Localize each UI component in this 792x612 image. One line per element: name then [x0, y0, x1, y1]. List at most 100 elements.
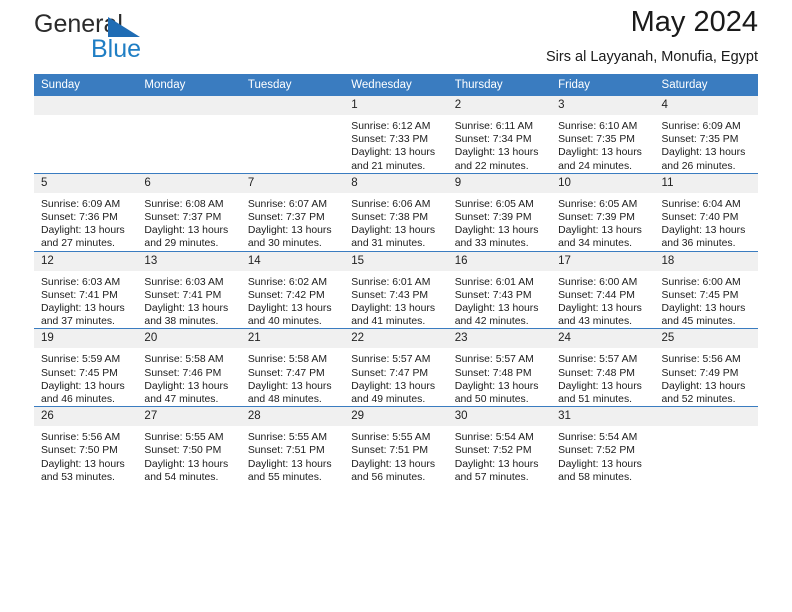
daylight-text-line2: and 24 minutes. — [558, 160, 633, 172]
calendar-day-cell[interactable]: 7 Sunrise: 6:07 AM Sunset: 7:37 PM Daylight… — [240, 172, 345, 252]
day-number: 29 — [344, 407, 448, 427]
calendar-day-cell[interactable]: 2 Sunrise: 6:11 AM Sunset: 7:34 PM Daylight… — [447, 96, 552, 174]
calendar-day-cell[interactable]: 1 Sunrise: 6:12 AM Sunset: 7:33 PM Daylight… — [344, 96, 448, 174]
sunrise-text: Sunrise: 5:58 AM — [144, 354, 224, 366]
calendar-day-cell[interactable]: 11 Sunrise: 6:04 AM Sunset: 7:40 PM Dayligh… — [654, 172, 758, 252]
day-sun-info: Sunrise: 6:05 AM Sunset: 7:39 PM Daylight:… — [448, 193, 551, 251]
calendar-day-cell[interactable]: 31 Sunrise: 5:54 AM Sunset: 7:52 PM Dayligh… — [551, 406, 655, 485]
day-number: 17 — [551, 251, 655, 271]
day-number: 13 — [137, 251, 241, 271]
calendar-week-row: 26 Sunrise: 5:56 AM Sunset: 7:50 PM Dayligh… — [34, 406, 758, 485]
calendar-week-row: 12 Sunrise: 6:03 AM Sunset: 7:41 PM Dayligh… — [34, 250, 758, 329]
sunset-text: Sunset: 7:43 PM — [454, 289, 532, 301]
calendar-day-cell[interactable]: 14 Sunrise: 6:02 AM Sunset: 7:42 PM Dayligh… — [240, 250, 345, 329]
daylight-text-line1: Daylight: 13 hours — [661, 147, 746, 159]
daylight-text-line1: Daylight: 13 hours — [661, 225, 746, 237]
day-sun-info: Sunrise: 6:01 AM Sunset: 7:43 PM Daylight:… — [448, 271, 551, 329]
calendar-day-cell[interactable]: 8 Sunrise: 6:06 AM Sunset: 7:38 PM Daylight… — [344, 172, 448, 252]
daylight-text-line2: and 54 minutes. — [144, 471, 219, 483]
day-sun-info: Sunrise: 6:03 AM Sunset: 7:41 PM Daylight:… — [137, 271, 240, 329]
sunset-text: Sunset: 7:50 PM — [144, 445, 222, 457]
sunrise-text: Sunrise: 6:07 AM — [247, 198, 327, 210]
day-sun-info: Sunrise: 6:09 AM Sunset: 7:35 PM Daylight:… — [655, 115, 758, 173]
day-number: 6 — [137, 173, 241, 193]
calendar-day-cell[interactable]: 13 Sunrise: 6:03 AM Sunset: 7:41 PM Dayligh… — [137, 250, 241, 329]
day-number: 10 — [551, 173, 655, 193]
calendar-day-cell[interactable]: 6 Sunrise: 6:08 AM Sunset: 7:37 PM Daylight… — [137, 172, 241, 252]
calendar-day-cell[interactable]: 27 Sunrise: 5:55 AM Sunset: 7:50 PM Dayligh… — [137, 406, 241, 485]
weekday-header-saturday: Saturday — [654, 74, 758, 96]
daylight-text-line1: Daylight: 13 hours — [454, 303, 539, 315]
weekday-header-friday: Friday — [551, 74, 655, 96]
day-sun-info: Sunrise: 6:09 AM Sunset: 7:36 PM Daylight:… — [34, 193, 137, 251]
day-number: 1 — [344, 96, 448, 115]
day-sun-info: Sunrise: 6:07 AM Sunset: 7:37 PM Daylight:… — [241, 193, 344, 251]
sunrise-text: Sunrise: 6:05 AM — [558, 198, 638, 210]
sunset-text: Sunset: 7:44 PM — [558, 289, 635, 301]
day-number: 30 — [447, 407, 552, 427]
calendar-day-cell[interactable]: 22 Sunrise: 5:57 AM Sunset: 7:47 PM Dayligh… — [344, 328, 448, 407]
calendar-day-cell[interactable]: 19 Sunrise: 5:59 AM Sunset: 7:45 PM Dayligh… — [34, 328, 138, 407]
calendar-day-cell[interactable]: 5 Sunrise: 6:09 AM Sunset: 7:36 PM Daylight… — [34, 172, 138, 252]
logo-triangle-icon — [108, 17, 140, 37]
day-sun-info: Sunrise: 5:55 AM Sunset: 7:50 PM Daylight:… — [137, 426, 240, 484]
sunrise-text: Sunrise: 5:55 AM — [247, 432, 327, 444]
calendar-day-cell[interactable]: 16 Sunrise: 6:01 AM Sunset: 7:43 PM Dayligh… — [447, 250, 552, 329]
weekday-header-wednesday: Wednesday — [344, 74, 448, 96]
daylight-text-line1: Daylight: 13 hours — [41, 303, 125, 315]
sunset-text: Sunset: 7:39 PM — [558, 212, 635, 224]
day-sun-info: Sunrise: 6:08 AM Sunset: 7:37 PM Daylight:… — [137, 193, 240, 251]
calendar-day-cell[interactable]: 20 Sunrise: 5:58 AM Sunset: 7:46 PM Dayligh… — [137, 328, 241, 407]
sunset-text: Sunset: 7:45 PM — [661, 289, 739, 301]
day-number: 20 — [137, 329, 241, 349]
calendar-day-cell[interactable]: 21 Sunrise: 5:58 AM Sunset: 7:47 PM Dayligh… — [240, 328, 345, 407]
sunset-text: Sunset: 7:40 PM — [661, 212, 739, 224]
sunrise-text: Sunrise: 6:03 AM — [144, 276, 224, 288]
sunrise-text: Sunrise: 6:03 AM — [41, 276, 121, 288]
sunrise-text: Sunrise: 5:55 AM — [144, 432, 224, 444]
page-subtitle: Sirs al Layyanah, Monufia, Egypt — [546, 49, 758, 65]
day-number: 7 — [240, 173, 345, 193]
calendar-day-cell[interactable]: 12 Sunrise: 6:03 AM Sunset: 7:41 PM Dayligh… — [34, 250, 138, 329]
day-number: 16 — [447, 251, 552, 271]
calendar-day-cell[interactable]: 25 Sunrise: 5:56 AM Sunset: 7:49 PM Dayligh… — [654, 328, 758, 407]
weekday-header-monday: Monday — [137, 74, 241, 96]
calendar-week-row: 19 Sunrise: 5:59 AM Sunset: 7:45 PM Dayligh… — [34, 328, 758, 407]
calendar-day-cell[interactable]: 23 Sunrise: 5:57 AM Sunset: 7:48 PM Dayligh… — [447, 328, 552, 407]
calendar-day-cell[interactable]: 3 Sunrise: 6:10 AM Sunset: 7:35 PM Daylight… — [551, 96, 655, 174]
weekday-header-thursday: Thursday — [447, 74, 552, 96]
sunrise-text: Sunrise: 6:10 AM — [558, 121, 638, 132]
daylight-text-line2: and 38 minutes. — [144, 316, 219, 328]
sunrise-text: Sunrise: 6:12 AM — [351, 121, 431, 132]
daylight-text-line2: and 29 minutes. — [144, 238, 219, 250]
calendar-day-cell[interactable]: 4 Sunrise: 6:09 AM Sunset: 7:35 PM Daylight… — [654, 96, 758, 174]
day-sun-info: Sunrise: 6:06 AM Sunset: 7:38 PM Daylight:… — [344, 193, 447, 251]
calendar-day-cell[interactable]: 9 Sunrise: 6:05 AM Sunset: 7:39 PM Daylight… — [447, 172, 552, 252]
calendar-day-cell[interactable]: 26 Sunrise: 5:56 AM Sunset: 7:50 PM Dayligh… — [34, 406, 138, 485]
calendar-day-cell[interactable]: 28 Sunrise: 5:55 AM Sunset: 7:51 PM Dayligh… — [240, 406, 345, 485]
calendar-day-cell[interactable]: 24 Sunrise: 5:57 AM Sunset: 7:48 PM Dayligh… — [551, 328, 655, 407]
daylight-text-line2: and 26 minutes. — [661, 160, 736, 172]
sunrise-text: Sunrise: 5:55 AM — [351, 432, 431, 444]
daylight-text-line2: and 50 minutes. — [454, 394, 529, 406]
day-number — [34, 96, 138, 115]
sunset-text: Sunset: 7:41 PM — [41, 289, 118, 301]
daylight-text-line1: Daylight: 13 hours — [558, 458, 642, 470]
calendar-body: 1 Sunrise: 6:12 AM Sunset: 7:33 PM Daylight… — [34, 96, 758, 485]
daylight-text-line2: and 22 minutes. — [454, 160, 529, 172]
sunrise-text: Sunrise: 6:11 AM — [454, 121, 534, 132]
day-number: 12 — [34, 251, 138, 271]
calendar-day-cell[interactable]: 17 Sunrise: 6:00 AM Sunset: 7:44 PM Dayligh… — [551, 250, 655, 329]
calendar-day-cell[interactable]: 10 Sunrise: 6:05 AM Sunset: 7:39 PM Dayligh… — [551, 172, 655, 252]
daylight-text-line2: and 52 minutes. — [661, 394, 736, 406]
calendar-day-cell[interactable]: 29 Sunrise: 5:55 AM Sunset: 7:51 PM Dayligh… — [344, 406, 448, 485]
calendar-day-cell[interactable]: 15 Sunrise: 6:01 AM Sunset: 7:43 PM Dayligh… — [344, 250, 448, 329]
day-sun-info: Sunrise: 5:55 AM Sunset: 7:51 PM Daylight:… — [344, 426, 447, 484]
day-number: 21 — [240, 329, 345, 349]
daylight-text-line2: and 27 minutes. — [41, 238, 115, 250]
calendar-day-cell[interactable]: 18 Sunrise: 6:00 AM Sunset: 7:45 PM Dayligh… — [654, 250, 758, 329]
general-blue-logo[interactable]: General Blue — [34, 10, 274, 66]
calendar-day-cell[interactable]: 30 Sunrise: 5:54 AM Sunset: 7:52 PM Dayligh… — [447, 406, 552, 485]
sunset-text: Sunset: 7:47 PM — [247, 367, 325, 379]
daylight-text-line2: and 37 minutes. — [41, 316, 115, 328]
